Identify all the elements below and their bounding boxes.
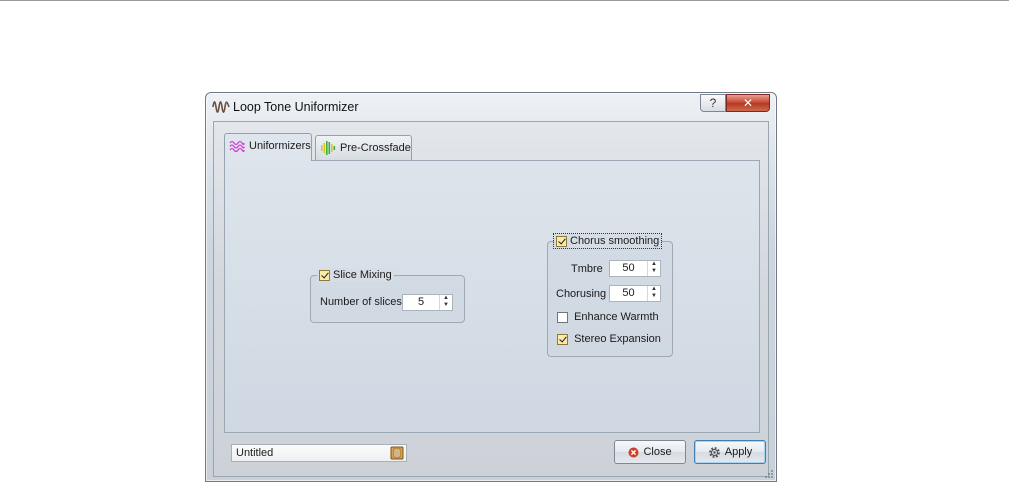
chorusing-label: Chorusing — [556, 288, 607, 300]
tab-uniformizers[interactable]: Uniformizers — [224, 133, 312, 161]
preset-browse-icon[interactable] — [390, 446, 404, 460]
uniformizers-panel: Slice Mixing Number of slices 5 ▲ ▼ Chor… — [224, 160, 760, 433]
timbre-stepper[interactable]: 50 ▲ ▼ — [609, 260, 661, 277]
number-of-slices-value: 5 — [417, 296, 425, 308]
slice-mixing-toggle[interactable]: Slice Mixing — [317, 268, 394, 282]
apply-button-label: Apply — [724, 446, 753, 459]
timbre-value: 50 — [622, 262, 635, 274]
slice-mixing-group: Slice Mixing Number of slices 5 ▲ ▼ — [310, 268, 465, 323]
window-title: Loop Tone Uniformizer — [233, 100, 359, 114]
resize-grip-icon[interactable] — [764, 469, 774, 479]
crossfade-bars-icon — [321, 141, 336, 156]
close-circle-icon — [628, 447, 639, 458]
chorusing-value: 50 — [622, 287, 635, 299]
stereo-expansion-option[interactable]: Stereo Expansion — [557, 333, 661, 345]
dialog-client-area: Uniformizers Pre-Crossfade Slice Mixing … — [213, 121, 769, 477]
enhance-warmth-label: Enhance Warmth — [574, 311, 659, 323]
tab-label: Uniformizers — [249, 140, 311, 153]
number-of-slices-stepper[interactable]: 5 ▲ ▼ — [402, 294, 453, 311]
stepper-arrows[interactable]: ▲ ▼ — [439, 295, 452, 310]
help-button[interactable]: ? — [700, 94, 726, 112]
apply-button[interactable]: Apply — [694, 440, 766, 464]
wave-lines-icon — [229, 140, 245, 153]
close-button-label: Close — [643, 446, 672, 459]
preset-name-field[interactable]: Untitled — [231, 444, 407, 462]
enhance-warmth-option[interactable]: Enhance Warmth — [557, 311, 659, 323]
close-button[interactable]: Close — [614, 440, 686, 464]
gear-icon — [708, 446, 720, 458]
number-of-slices-label: Number of slices — [320, 296, 402, 308]
tab-pre-crossfade[interactable]: Pre-Crossfade — [315, 135, 412, 161]
chorus-smoothing-toggle[interactable]: Chorus smoothing — [552, 233, 663, 249]
chorus-smoothing-checkbox[interactable] — [556, 235, 567, 247]
tab-label: Pre-Crossfade — [340, 142, 411, 155]
stepper-up-icon[interactable]: ▲ — [648, 286, 660, 293]
stepper-arrows[interactable]: ▲ ▼ — [647, 286, 660, 301]
stepper-up-icon[interactable]: ▲ — [648, 261, 660, 268]
enhance-warmth-checkbox[interactable] — [557, 311, 568, 323]
window-close-button[interactable]: ✕ — [726, 94, 770, 112]
stepper-down-icon[interactable]: ▼ — [648, 293, 660, 300]
slice-mixing-checkbox[interactable] — [319, 269, 330, 281]
slice-mixing-label: Slice Mixing — [333, 269, 392, 281]
title-bar[interactable]: Loop Tone Uniformizer ? ✕ — [206, 93, 776, 121]
top-divider — [0, 0, 1009, 1]
preset-name-text: Untitled — [236, 447, 274, 459]
stepper-up-icon[interactable]: ▲ — [440, 295, 452, 302]
stepper-arrows[interactable]: ▲ ▼ — [647, 261, 660, 276]
timbre-label: Tmbre — [571, 263, 603, 275]
waveform-icon — [212, 100, 230, 114]
stereo-expansion-label: Stereo Expansion — [574, 333, 661, 345]
stepper-down-icon[interactable]: ▼ — [648, 268, 660, 275]
stepper-down-icon[interactable]: ▼ — [440, 302, 452, 309]
chorus-smoothing-label: Chorus smoothing — [570, 235, 660, 247]
chorus-smoothing-group: Chorus smoothing Tmbre 50 ▲ ▼ Chorusing … — [547, 233, 673, 357]
chorusing-stepper[interactable]: 50 ▲ ▼ — [609, 285, 661, 302]
dialog-window: Loop Tone Uniformizer ? ✕ Uniformizers P… — [205, 92, 777, 482]
stereo-expansion-checkbox[interactable] — [557, 333, 568, 345]
